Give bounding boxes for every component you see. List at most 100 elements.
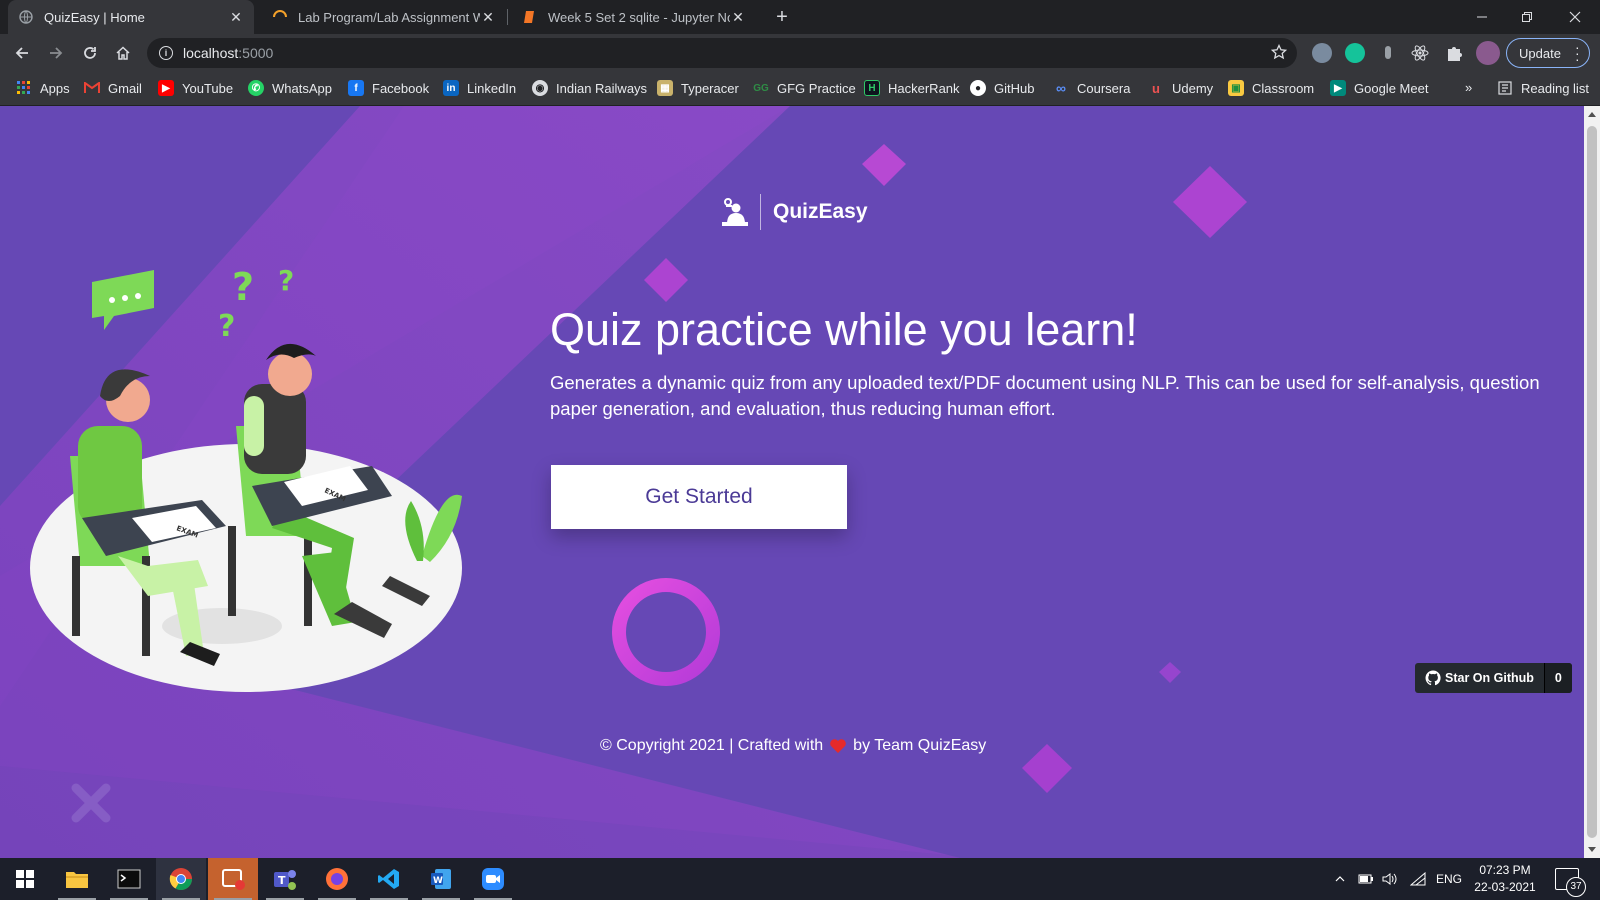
bookmark-youtube[interactable]: ▶ YouTube (158, 80, 233, 96)
tab-quizeasy-home[interactable]: QuizEasy | Home ✕ (8, 0, 254, 34)
bookmark-coursera[interactable]: ∞ Coursera (1053, 80, 1130, 96)
file-explorer-icon[interactable] (52, 858, 102, 900)
hero-title: Quiz practice while you learn! (550, 304, 1138, 355)
tab-strip: QuizEasy | Home ✕ Lab Program/Lab Assign… (0, 0, 1600, 34)
bookmark-label: LinkedIn (467, 80, 517, 96)
bookmark-gfg[interactable]: GG GFG Practice (753, 80, 856, 96)
bookmark-facebook[interactable]: f Facebook (348, 80, 429, 96)
chevron-double-right-icon: » (1465, 80, 1473, 95)
snip-sketch-icon[interactable] (208, 858, 258, 900)
page-scrollbar[interactable] (1584, 106, 1600, 858)
bookmark-github[interactable]: ● GitHub (970, 80, 1034, 96)
footer-copyright: © Copyright 2021 | Crafted with by Team … (600, 737, 986, 755)
reading-list-label: Reading list (1521, 80, 1589, 96)
new-tab-button[interactable]: + (770, 6, 794, 30)
question-mark-icon: ? (232, 265, 254, 309)
zoom-icon[interactable] (468, 858, 518, 900)
home-icon[interactable] (109, 39, 137, 67)
bookmark-star-icon[interactable] (1270, 43, 1288, 65)
update-button[interactable]: Update · · · (1506, 38, 1590, 68)
word-icon[interactable]: W (416, 858, 466, 900)
windows-start-icon[interactable] (0, 858, 50, 900)
heart-icon (830, 739, 846, 753)
clock-time: 07:23 PM (1479, 863, 1531, 877)
bookmark-classroom[interactable]: ▣ Classroom (1228, 80, 1314, 96)
star-on-github-button[interactable]: Star On Github 0 (1415, 663, 1572, 693)
apps-grid-icon (16, 80, 32, 96)
bookmark-whatsapp[interactable]: ✆ WhatsApp (248, 80, 332, 96)
bookmark-indian-railways[interactable]: ◉ Indian Railways (532, 80, 647, 96)
railways-icon: ◉ (532, 80, 548, 96)
tab-title: QuizEasy | Home (44, 9, 145, 25)
bookmark-apps[interactable]: Apps (16, 80, 70, 96)
get-started-button[interactable]: Get Started (551, 465, 847, 529)
brand-header[interactable]: QuizEasy (718, 194, 868, 230)
vscode-icon[interactable] (364, 858, 414, 900)
diamond-shape (644, 258, 688, 302)
clock-date: 22-03-2021 (1474, 880, 1536, 894)
extensions-puzzle-icon[interactable] (1444, 43, 1464, 63)
address-url: localhost:5000 (183, 45, 273, 61)
reading-list-button[interactable]: Reading list (1497, 80, 1589, 96)
forward-arrow-icon[interactable] (42, 39, 70, 67)
coursera-icon: ∞ (1056, 80, 1066, 96)
tab-separator (507, 9, 508, 25)
teams-icon[interactable]: T (260, 858, 310, 900)
url-host: localhost (183, 45, 239, 61)
linkedin-icon: in (443, 80, 459, 96)
minimize-icon[interactable] (1458, 0, 1506, 34)
svg-text:T: T (278, 874, 286, 887)
terminal-icon[interactable] (104, 858, 154, 900)
show-hidden-icons-chevron[interactable] (1334, 858, 1346, 900)
bookmark-google-meet[interactable]: ▶ Google Meet (1330, 80, 1428, 96)
wifi-icon[interactable] (1410, 858, 1426, 900)
scroll-down-arrow-icon[interactable] (1588, 847, 1596, 852)
firefox-icon[interactable] (312, 858, 362, 900)
youtube-icon: ▶ (158, 80, 174, 96)
bookmark-label: HackerRank (888, 80, 960, 96)
bookmark-gmail[interactable]: Gmail (84, 80, 142, 96)
restore-icon[interactable] (1503, 0, 1551, 34)
close-tab-icon[interactable]: ✕ (480, 9, 496, 26)
tab-jupyter[interactable]: Week 5 Set 2 sqlite - Jupyter Not ✕ (512, 0, 756, 34)
bookmark-label: Indian Railways (556, 80, 648, 96)
back-arrow-icon[interactable] (8, 39, 36, 67)
hero-description: Generates a dynamic quiz from any upload… (550, 372, 1540, 419)
bookmark-hackerrank[interactable]: H HackerRank (864, 80, 960, 96)
extension-icon[interactable] (1312, 43, 1332, 63)
diamond-shape (862, 144, 906, 186)
google-meet-icon: ▶ (1330, 80, 1346, 96)
site-info-icon[interactable]: i (159, 46, 173, 60)
whatsapp-icon: ✆ (248, 80, 264, 96)
page-viewport: ? ? ? EXAM EXAM QuizEasy Quiz practice w… (0, 106, 1584, 858)
close-tab-icon[interactable]: ✕ (228, 9, 244, 26)
profile-avatar[interactable] (1476, 41, 1500, 65)
volume-icon[interactable] (1382, 858, 1398, 900)
action-center-icon[interactable]: 37 (1555, 868, 1586, 897)
language-indicator[interactable]: ENG (1436, 858, 1462, 900)
extension-mouse-icon[interactable] (1378, 43, 1398, 63)
react-devtools-icon[interactable] (1410, 43, 1430, 63)
tab-lab-program[interactable]: Lab Program/Lab Assignment W ✕ (262, 0, 506, 34)
close-tab-icon[interactable]: ✕ (730, 9, 746, 26)
battery-icon[interactable] (1358, 858, 1374, 900)
chrome-icon[interactable] (156, 858, 206, 900)
grammarly-icon[interactable] (1345, 43, 1365, 63)
address-bar[interactable]: i localhost:5000 (147, 38, 1297, 68)
bookmark-udemy[interactable]: u Udemy (1148, 80, 1213, 96)
bookmark-linkedin[interactable]: in LinkedIn (443, 80, 516, 96)
browser-toolbar: i localhost:5000 Update · · · (0, 34, 1600, 72)
bookmarks-overflow-chevron[interactable]: » (1465, 80, 1472, 95)
udemy-icon: u (1152, 80, 1160, 96)
scroll-up-arrow-icon[interactable] (1588, 112, 1596, 117)
system-clock[interactable]: 07:23 PM 22-03-2021 (1470, 862, 1540, 896)
close-window-icon[interactable] (1551, 0, 1599, 34)
bookmark-label: Gmail (108, 80, 142, 96)
reload-icon[interactable] (76, 39, 104, 67)
github-icon: ● (970, 80, 986, 96)
bookmark-typeracer[interactable]: ▦ Typeracer (657, 80, 739, 96)
update-label: Update (1519, 45, 1561, 61)
scrollbar-thumb[interactable] (1587, 126, 1597, 838)
reading-list-icon (1497, 80, 1513, 96)
bookmark-label: GitHub (994, 80, 1035, 96)
